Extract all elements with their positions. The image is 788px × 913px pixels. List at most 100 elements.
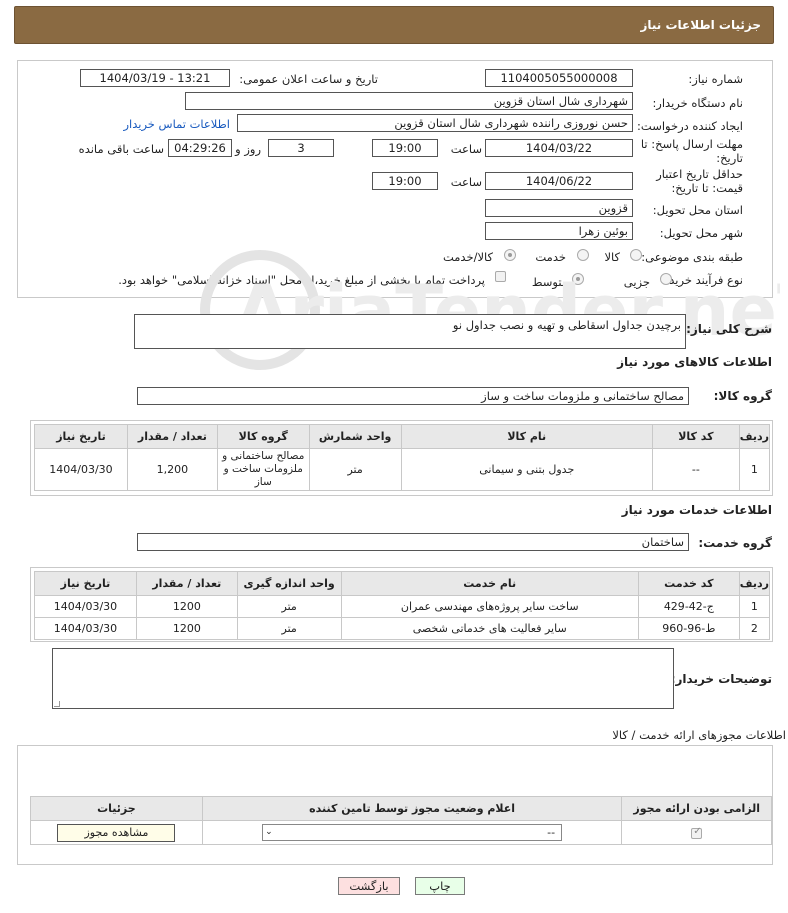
category-radio-service[interactable] <box>577 249 589 261</box>
city-label: شهر محل تحویل: <box>659 226 743 240</box>
validity-date-field[interactable]: 1404/06/22 <box>485 172 633 190</box>
process-option-medium: متوسط <box>531 275 568 289</box>
buyer-contact-link[interactable]: اطلاعات تماس خریدار <box>123 117 230 131</box>
permits-cell-required <box>621 820 772 845</box>
need-number-label: شماره نیاز: <box>688 72 743 86</box>
goods-cell-date: 1404/03/30 <box>34 448 128 491</box>
goods-table-header: ردیف کد کالا نام کالا واحد شمارش گروه کا… <box>34 424 771 449</box>
back-button[interactable]: بازگشت <box>338 877 400 895</box>
services-col-unit: واحد اندازه گیری <box>236 571 342 596</box>
permit-status-select[interactable]: -- ⌄ <box>262 824 563 841</box>
services-col-name: نام خدمت <box>340 571 639 596</box>
permit-required-checkbox[interactable] <box>691 826 703 839</box>
category-radio-goods-service[interactable] <box>504 249 516 261</box>
permits-section-title: اطلاعات مجوزهای ارائه خدمت / کالا <box>612 728 786 742</box>
services-cell-name: ساخت سایر پروژه‌های مهندسی عمران <box>340 595 639 618</box>
permits-cell-details: مشاهده مجوز <box>30 820 203 845</box>
buyer-notes-textarea[interactable] <box>52 648 674 709</box>
category-option-service: خدمت <box>535 250 566 264</box>
permits-col-required: الزامی بودن ارائه مجوز <box>621 796 772 821</box>
need-number-field[interactable]: 1104005055000008 <box>485 69 633 87</box>
services-col-quantity: تعداد / مقدار <box>135 571 238 596</box>
days-field[interactable]: 3 <box>268 139 334 157</box>
buyer-label: نام دستگاه خریدار: <box>652 96 743 110</box>
services-cell-name: سایر فعالیت های خدماتی شخصی <box>340 617 639 640</box>
remaining-time-field[interactable]: 04:29:26 <box>168 139 232 157</box>
goods-col-date: تاریخ نیاز <box>34 424 128 449</box>
creator-field[interactable]: حسن نوروزی راننده شهرداری شال استان قزوی… <box>237 114 633 132</box>
city-field[interactable]: بوئین زهرا <box>485 222 633 240</box>
permits-cell-status: -- ⌄ <box>201 820 623 845</box>
creator-label: ایجاد کننده درخواست: <box>637 119 743 133</box>
services-cell-code: ج-42-429 <box>637 595 740 618</box>
services-section-title: اطلاعات خدمات مورد نیاز <box>621 503 772 517</box>
category-option-goods: کالا <box>604 250 620 264</box>
permit-status-select-value: -- <box>547 826 556 839</box>
treasury-payment-note: پرداخت تمام یا بخشی از مبلغ خرید،از محل … <box>118 273 485 287</box>
services-col-date: تاریخ نیاز <box>34 571 137 596</box>
services-cell-unit: متر <box>236 617 342 640</box>
goods-col-name: نام کالا <box>400 424 653 449</box>
category-option-goods-service: کالا/خدمت <box>442 250 493 264</box>
province-label: استان محل تحویل: <box>652 203 743 217</box>
deadline-time-field[interactable]: 19:00 <box>372 139 438 157</box>
description-label: شرح کلی نیاز: <box>686 322 772 336</box>
goods-col-group: گروه کالا <box>216 424 310 449</box>
category-radio-goods[interactable] <box>630 249 642 261</box>
goods-cell-name: جدول بتنی و سیمانی <box>400 448 653 491</box>
treasury-payment-checkbox[interactable] <box>495 271 506 282</box>
deadline-label: مهلت ارسال پاسخ: تا تاریخ: <box>640 137 743 165</box>
announce-field[interactable]: 1404/03/19 - 13:21 <box>80 69 230 87</box>
permits-col-details: جزئیات <box>30 796 203 821</box>
description-textarea[interactable]: برچیدن جداول اسقاطی و تهیه و نصب جداول ن… <box>134 314 686 349</box>
page-title: جزئیات اطلاعات نیاز <box>640 18 761 32</box>
goods-group-field[interactable]: مصالح ساختمانی و ملزومات ساخت و ساز <box>137 387 689 405</box>
days-word: روز و <box>235 142 261 156</box>
view-permit-button[interactable]: مشاهده مجوز <box>57 823 176 842</box>
goods-col-quantity: تعداد / مقدار <box>126 424 218 449</box>
buyer-field[interactable]: شهرداری شال استان قزوین <box>185 92 633 110</box>
process-radio-medium[interactable] <box>572 273 584 285</box>
goods-col-unit: واحد شمارش <box>308 424 402 449</box>
services-cell-quantity: 1200 <box>135 617 238 640</box>
validity-time-field[interactable]: 19:00 <box>372 172 438 190</box>
goods-col-row: ردیف <box>738 424 771 449</box>
services-group-label: گروه خدمت: <box>698 536 772 550</box>
permits-col-status: اعلام وضعیت مجوز توسط تامین کننده <box>201 796 623 821</box>
validity-time-word: ساعت <box>450 175 482 189</box>
announce-label: تاریخ و ساعت اعلان عمومی: <box>239 72 378 86</box>
validity-label: حداقل تاریخ اعتبار قیمت: تا تاریخ: <box>656 167 743 195</box>
goods-cell-group: مصالح ساختمانی و ملزومات ساخت و ساز <box>216 448 310 491</box>
services-cell-row: 2 <box>738 617 771 640</box>
deadline-time-word: ساعت <box>450 142 482 156</box>
services-table-header: ردیف کد خدمت نام خدمت واحد اندازه گیری ت… <box>34 571 771 596</box>
goods-cell-row: 1 <box>738 448 771 491</box>
services-col-code: کد خدمت <box>637 571 740 596</box>
services-cell-code: ط-96-960 <box>637 617 740 640</box>
goods-table: ردیف کد کالا نام کالا واحد شمارش گروه کا… <box>34 424 771 491</box>
services-table: ردیف کد خدمت نام خدمت واحد اندازه گیری ت… <box>34 571 771 640</box>
process-radio-minor[interactable] <box>660 273 672 285</box>
table-row[interactable]: 1 -- جدول بتنی و سیمانی متر مصالح ساختما… <box>34 448 771 491</box>
goods-cell-quantity: 1,200 <box>126 448 218 491</box>
services-cell-date: 1404/03/30 <box>34 595 137 618</box>
services-cell-row: 1 <box>738 595 771 618</box>
services-cell-unit: متر <box>236 595 342 618</box>
resize-handle-icon[interactable] <box>54 701 60 707</box>
services-cell-quantity: 1200 <box>135 595 238 618</box>
table-row[interactable]: 2 ط-96-960 سایر فعالیت های خدماتی شخصی م… <box>34 617 771 640</box>
services-cell-date: 1404/03/30 <box>34 617 137 640</box>
table-row[interactable]: 1 ج-42-429 ساخت سایر پروژه‌های مهندسی عم… <box>34 595 771 618</box>
page-header: جزئیات اطلاعات نیاز <box>14 6 774 44</box>
print-button[interactable]: چاپ <box>415 877 465 895</box>
province-field[interactable]: قزوین <box>485 199 633 217</box>
table-row[interactable]: -- ⌄ مشاهده مجوز <box>30 820 772 845</box>
goods-group-label: گروه کالا: <box>713 389 772 403</box>
goods-cell-unit: متر <box>308 448 402 491</box>
process-label: نوع فرآیند خرید : <box>661 273 743 287</box>
goods-col-code: کد کالا <box>651 424 740 449</box>
goods-section-title: اطلاعات کالاهای مورد نیاز <box>617 355 772 369</box>
services-group-field[interactable]: ساختمان <box>137 533 689 551</box>
deadline-date-field[interactable]: 1404/03/22 <box>485 139 633 157</box>
services-col-row: ردیف <box>738 571 771 596</box>
